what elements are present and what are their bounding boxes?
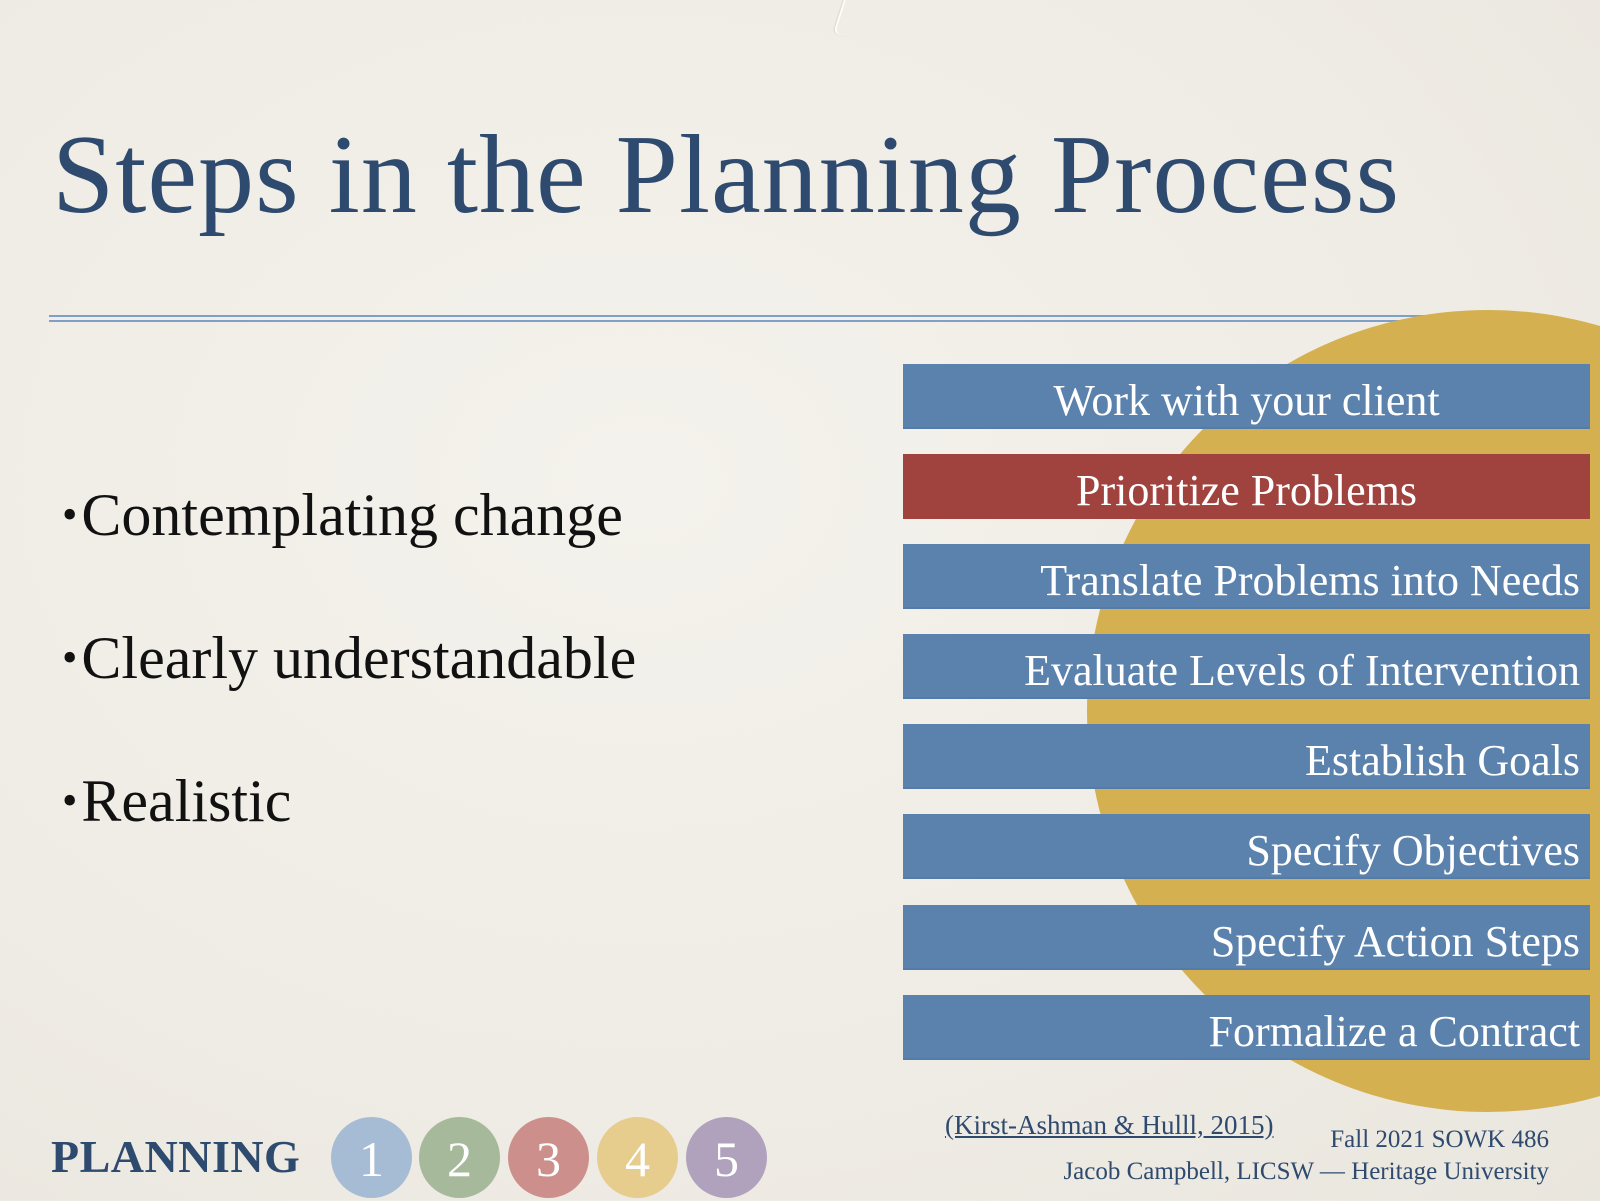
bullet-text: Contemplating change <box>81 482 623 548</box>
title-rule-top <box>49 315 1449 317</box>
step-specify-action-steps: Specify Action Steps <box>903 905 1590 970</box>
course-label: Fall 2021 SOWK 486 <box>1330 1126 1549 1153</box>
step-prioritize-problems: Prioritize Problems <box>903 454 1590 519</box>
section-label: PLANNING <box>51 1131 301 1182</box>
phase-4-button[interactable]: 4 <box>597 1117 678 1198</box>
phase-1-button[interactable]: 1 <box>331 1117 412 1198</box>
bullet-text: Realistic <box>81 768 292 834</box>
bullet-text: Clearly understandable <box>81 625 637 691</box>
step-work-with-client: Work with your client <box>903 364 1590 429</box>
step-formalize-contract: Formalize a Contract <box>903 995 1590 1060</box>
paper-crease <box>832 0 860 36</box>
phase-2-button[interactable]: 2 <box>419 1117 500 1198</box>
author-label: Jacob Campbell, LICSW — Heritage Univers… <box>1063 1158 1549 1185</box>
bullet-item: •Realistic <box>62 766 636 909</box>
phase-5-button[interactable]: 5 <box>686 1117 767 1198</box>
bullet-item: •Clearly understandable <box>62 623 636 766</box>
bullet-icon: • <box>62 633 78 682</box>
bullet-icon: • <box>62 776 78 825</box>
step-establish-goals: Establish Goals <box>903 724 1590 789</box>
decorative-gold-circle <box>1087 310 1600 1112</box>
bullet-list: •Contemplating change •Clearly understan… <box>62 480 636 909</box>
bullet-icon: • <box>62 490 78 539</box>
step-specify-objectives: Specify Objectives <box>903 814 1590 879</box>
phase-3-button[interactable]: 3 <box>508 1117 589 1198</box>
bullet-item: •Contemplating change <box>62 480 636 623</box>
step-evaluate-levels: Evaluate Levels of Intervention <box>903 634 1590 699</box>
citation-link[interactable]: (Kirst-Ashman & Hulll, 2015) <box>945 1110 1273 1141</box>
slide-title: Steps in the Planning Process <box>52 113 1401 237</box>
title-rule-bottom <box>49 320 1449 322</box>
step-translate-problems: Translate Problems into Needs <box>903 544 1590 609</box>
